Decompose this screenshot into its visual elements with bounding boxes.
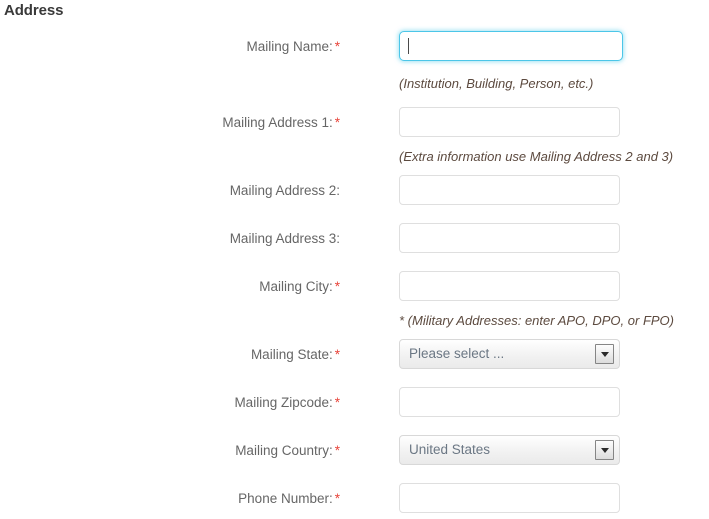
control-wrap-mailing-name xyxy=(399,31,623,61)
label-text: Mailing State: xyxy=(250,347,333,362)
select-mailing-country[interactable]: United States xyxy=(399,435,620,465)
control-wrap-phone-number xyxy=(399,483,620,513)
label-text: Mailing City: xyxy=(259,279,333,294)
input-wrap-mailing-name xyxy=(399,31,623,61)
chevron-down-icon[interactable] xyxy=(595,440,614,460)
form-row-mailing-zipcode: Mailing Zipcode: * xyxy=(0,387,709,419)
hint-text-0: (Institution, Building, Person, etc.) xyxy=(399,76,594,91)
input-phone-number[interactable] xyxy=(399,483,620,513)
input-mailing-zipcode[interactable] xyxy=(399,387,620,417)
form-row-mailing-address-1: Mailing Address 1: * xyxy=(0,107,709,139)
select-value-mailing-state: Please select ... xyxy=(409,346,505,361)
form-row-mailing-address-3: Mailing Address 3: xyxy=(0,223,709,255)
chevron-down-icon[interactable] xyxy=(595,344,614,364)
label-text: Mailing Address 3: xyxy=(229,231,340,246)
label-phone-number: Phone Number: * xyxy=(0,483,340,515)
label-mailing-address-1: Mailing Address 1: * xyxy=(0,107,340,139)
label-mailing-state: Mailing State: * xyxy=(0,339,340,371)
input-mailing-address-1[interactable] xyxy=(399,107,620,137)
text-cursor xyxy=(408,38,409,54)
form-row-mailing-state: Mailing State: * Please select ... xyxy=(0,339,709,371)
hint-text-1: (Extra information use Mailing Address 2… xyxy=(399,149,674,164)
label-mailing-country: Mailing Country: * xyxy=(0,435,340,467)
input-wrap-phone-number xyxy=(399,483,620,513)
input-wrap-mailing-city xyxy=(399,271,620,301)
label-mailing-name: Mailing Name: * xyxy=(0,31,340,63)
control-wrap-mailing-country: United States xyxy=(399,435,620,465)
control-wrap-mailing-city xyxy=(399,271,620,301)
input-mailing-address-2[interactable] xyxy=(399,175,620,205)
label-text: Mailing Country: xyxy=(235,443,333,458)
select-mailing-state[interactable]: Please select ... xyxy=(399,339,620,369)
required-asterisk: * xyxy=(334,491,340,506)
form-row-mailing-country: Mailing Country: * United States xyxy=(0,435,709,467)
input-mailing-city[interactable] xyxy=(399,271,620,301)
control-wrap-mailing-address-1 xyxy=(399,107,620,137)
form-row-phone-number: Phone Number: * xyxy=(0,483,709,515)
label-text: Mailing Address 2: xyxy=(229,183,340,198)
required-asterisk: * xyxy=(334,395,340,410)
input-wrap-mailing-address-1 xyxy=(399,107,620,137)
input-mailing-address-3[interactable] xyxy=(399,223,620,253)
page-title: Address xyxy=(4,2,64,19)
form-row-mailing-address-2: Mailing Address 2: xyxy=(0,175,709,207)
control-wrap-mailing-state: Please select ... xyxy=(399,339,620,369)
label-mailing-city: Mailing City: * xyxy=(0,271,340,303)
control-wrap-mailing-address-3 xyxy=(399,223,620,253)
required-asterisk: * xyxy=(334,443,340,458)
label-mailing-zipcode: Mailing Zipcode: * xyxy=(0,387,340,419)
label-mailing-address-3: Mailing Address 3: xyxy=(0,223,340,255)
label-text: Mailing Zipcode: xyxy=(234,395,333,410)
required-asterisk: * xyxy=(334,115,340,130)
input-wrap-mailing-zipcode xyxy=(399,387,620,417)
address-form-page: Address Mailing Name: * Mailing Address 1:… xyxy=(0,0,709,519)
label-text: Phone Number: xyxy=(238,491,333,506)
select-value-mailing-country: United States xyxy=(409,442,491,457)
label-mailing-address-2: Mailing Address 2: xyxy=(0,175,340,207)
label-text: Mailing Name: xyxy=(246,39,333,54)
control-wrap-mailing-address-2 xyxy=(399,175,620,205)
required-asterisk: * xyxy=(334,279,340,294)
input-wrap-mailing-address-2 xyxy=(399,175,620,205)
label-text: Mailing Address 1: xyxy=(222,115,333,130)
hint-text-2: * (Military Addresses: enter APO, DPO, o… xyxy=(399,313,674,328)
form-row-mailing-city: Mailing City: * xyxy=(0,271,709,303)
input-mailing-name[interactable] xyxy=(399,31,623,61)
control-wrap-mailing-zipcode xyxy=(399,387,620,417)
required-asterisk: * xyxy=(334,347,340,362)
input-wrap-mailing-address-3 xyxy=(399,223,620,253)
required-asterisk: * xyxy=(334,39,340,54)
form-row-mailing-name: Mailing Name: * xyxy=(0,31,709,63)
